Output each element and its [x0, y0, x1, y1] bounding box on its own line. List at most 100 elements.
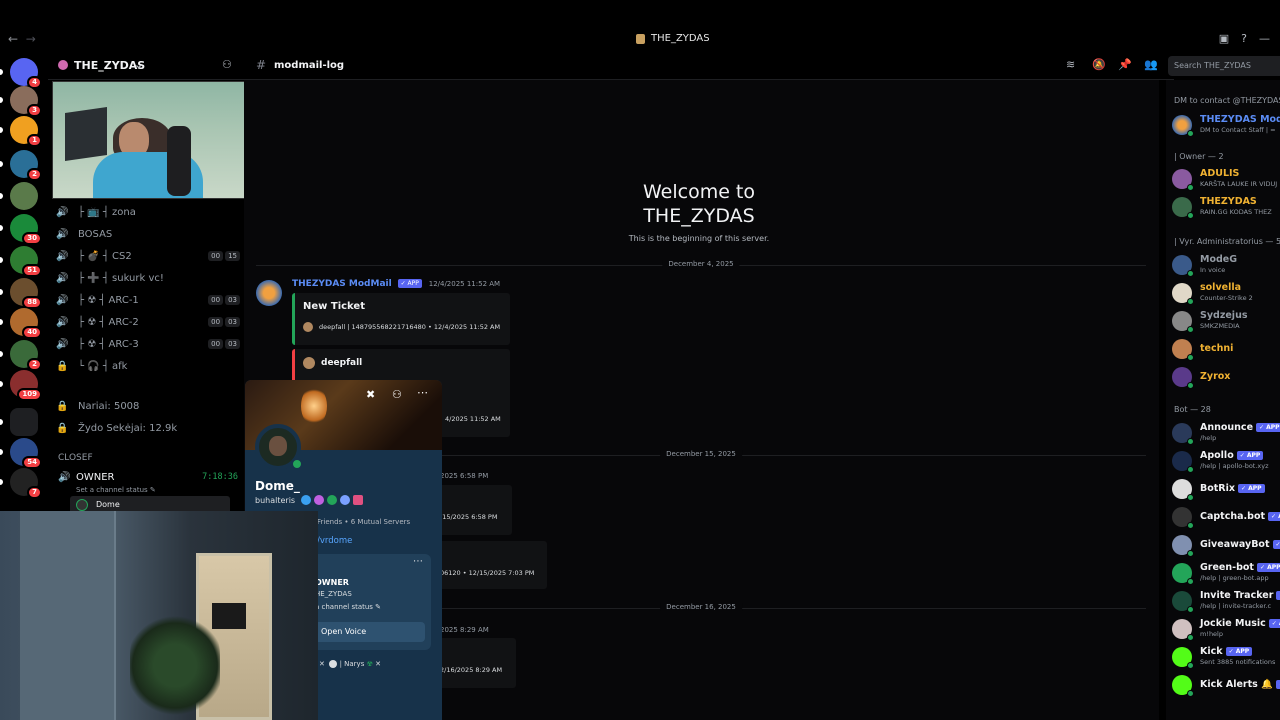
channel-status[interactable]: Set a channel status ✎ — [76, 486, 156, 494]
member-name-row: Green-bot ✓ APP — [1200, 563, 1280, 573]
remove-friend-icon[interactable]: ✖ — [366, 388, 375, 401]
voice-channel[interactable]: 🔊 ├ ☢ ┤ ARC-2 00 03 — [56, 312, 240, 332]
more-icon[interactable]: ⋯ — [417, 386, 428, 399]
mutual-info[interactable]: Friends • 6 Mutual Servers — [317, 518, 410, 526]
remove-role-icon[interactable]: ✕ — [375, 660, 381, 668]
member-row[interactable]: Sydzejus SMKZMEDIA — [1172, 308, 1280, 334]
chevron-down-icon[interactable]: ⌄ — [134, 58, 143, 71]
badge-icon[interactable] — [353, 495, 363, 505]
server-icon-3[interactable]: server-21 — [0, 116, 42, 147]
server-icon-6[interactable]: server-530 — [0, 214, 42, 245]
member-row[interactable]: Green-bot ✓ APP/help | green-bot.app — [1172, 560, 1280, 586]
member-row[interactable]: THEZYDAS ModMDM to Contact Staff | = — [1172, 112, 1280, 138]
more-icon[interactable]: ⋯ — [413, 556, 423, 567]
modmail-avatar[interactable] — [256, 280, 282, 306]
member-row[interactable]: Kick Alerts 🔔✓ APP — [1172, 672, 1280, 698]
remove-role-icon[interactable]: ✕ — [319, 660, 325, 668]
add-friend-icon[interactable]: ⚇ — [392, 388, 402, 401]
app-badge: ✓ APP — [1275, 680, 1280, 689]
voice-channel[interactable]: 🔊 BOSAS — [56, 224, 240, 244]
profile-link[interactable]: /vrdome — [317, 536, 352, 546]
back-arrow-icon[interactable]: ← — [8, 32, 18, 46]
member-row[interactable]: ADULIS KARŠTA LAUKE IR VIDUJ — [1172, 166, 1280, 192]
channel-name: modmail-log — [274, 60, 345, 71]
voice-channel[interactable]: 🔊 ├ 💣 ┤ CS2 00 15 — [56, 246, 240, 266]
app-badge: ✓ APP — [1276, 591, 1280, 600]
server-icon-9[interactable]: server-840 — [0, 308, 42, 339]
member-activity: In voice — [1200, 266, 1226, 274]
member-activity: /help — [1200, 434, 1217, 442]
server-icon-7[interactable]: server-651 — [0, 246, 42, 277]
profile-username: buhalteris — [255, 496, 296, 505]
open-voice-button[interactable]: Open Voice — [313, 622, 425, 642]
member-row[interactable]: Zyrox — [1172, 364, 1280, 390]
server-icon-5[interactable]: server-4 — [0, 182, 38, 210]
badge-icon[interactable] — [340, 495, 350, 505]
unread-pill — [0, 479, 3, 485]
avatar — [1172, 255, 1194, 277]
unread-pill — [0, 127, 3, 133]
voice-channel[interactable]: 🔊 ├ 📺 ┤ zona — [56, 202, 240, 222]
server-icon-11[interactable]: server-10109 — [0, 370, 42, 401]
unread-pill — [0, 419, 3, 425]
member-row[interactable]: GiveawayBot✓ APP — [1172, 532, 1280, 558]
unread-pill — [0, 351, 3, 357]
member-row[interactable]: THEZYDAS RAIN.GG KODAS THEZ — [1172, 194, 1280, 220]
add-user-icon[interactable]: ⚇ — [222, 58, 232, 71]
mute-bell-icon[interactable]: 🔕 — [1092, 58, 1106, 71]
member-list-icon[interactable]: 👥 — [1144, 58, 1158, 71]
member-text: ADULIS KARŠTA LAUKE IR VIDUJ — [1200, 169, 1277, 189]
message-author[interactable]: THEZYDAS ModMail — [292, 279, 392, 289]
member-row[interactable]: Jockie Music✓ APPm!help — [1172, 616, 1280, 642]
voice-channel[interactable]: 🔊 ├ ☢ ┤ ARC-3 00 03 — [56, 334, 240, 354]
stat-channel[interactable]: 🔒 Nariai: 5008 — [56, 396, 240, 416]
member-row[interactable]: Captcha.bot✓ APP — [1172, 504, 1280, 530]
voice-card: ⋯ OWNER HE_ZYDAS a channel status ✎ Open… — [307, 554, 431, 650]
member-name: Kick — [1200, 646, 1223, 657]
member-row[interactable]: techni — [1172, 336, 1280, 362]
forward-arrow-icon[interactable]: → — [26, 32, 36, 46]
server-avatar: server-4 — [10, 182, 38, 210]
voice-channel[interactable]: 🔒 └ 🎧 ┤ afk — [56, 356, 240, 376]
member-row[interactable]: Invite Tracker✓ APP/help | invite-tracke… — [1172, 588, 1280, 614]
server-icon-14[interactable]: server-127 — [0, 468, 42, 499]
server-icon-12[interactable]: folder — [0, 408, 38, 436]
badge-icon[interactable] — [327, 495, 337, 505]
member-row[interactable]: Apollo ✓ APP/help | apollo-bot.xyz — [1172, 448, 1280, 474]
minimize-icon[interactable]: — — [1259, 32, 1270, 45]
channel-label: ├ ➕ ┤ sukurk vc! — [78, 272, 164, 284]
member-row[interactable]: Announce ✓ APP/help — [1172, 420, 1280, 446]
member-name-row: Invite Tracker✓ APP — [1200, 591, 1280, 601]
member-name-row: ADULIS — [1200, 169, 1277, 179]
member-text: BotRix ✓ APP — [1200, 484, 1265, 494]
embed-footer: 2/16/2025 8:29 AM — [440, 666, 503, 674]
embed-fragment: 2/16/2025 8:29 AM — [434, 638, 516, 688]
search-input[interactable]: Search THE_ZYDAS — [1168, 56, 1280, 76]
server-icon-1[interactable]: discord-home4 — [0, 58, 42, 89]
threads-icon[interactable]: ≋ — [1066, 58, 1075, 71]
unread-pill — [0, 193, 3, 199]
badge-icon[interactable] — [301, 495, 311, 505]
server-icon-8[interactable]: server-788 — [0, 278, 42, 309]
member-row[interactable]: ModeG In voice — [1172, 252, 1280, 278]
voice-channel-owner[interactable]: 🔊 OWNER 7:18:36 Set a channel status ✎ D… — [56, 470, 240, 514]
help-icon[interactable]: ? — [1241, 32, 1247, 45]
welcome-subtitle: This is the beginning of this server. — [628, 234, 770, 243]
server-icon-2[interactable]: server-13 — [0, 86, 42, 117]
inbox-icon[interactable]: ▣ — [1219, 32, 1229, 45]
pin-icon[interactable]: 📌 — [1118, 58, 1132, 71]
member-text: Jockie Music✓ APPm!help — [1200, 619, 1280, 639]
status-dot-icon — [1187, 326, 1194, 333]
voice-channel[interactable]: 🔊 ├ ☢ ┤ ARC-1 00 03 — [56, 290, 240, 310]
server-icon-10[interactable]: server-92 — [0, 340, 42, 371]
stat-channel[interactable]: 🔒 Žydo Sekėjai: 12.9k — [56, 418, 240, 438]
server-icon-13[interactable]: server-1154 — [0, 438, 42, 469]
member-row[interactable]: Kick ✓ APP Sent 3885 notifications — [1172, 644, 1280, 670]
badge-icon[interactable] — [314, 495, 324, 505]
member-row[interactable]: solvella Counter-Strike 2 — [1172, 280, 1280, 306]
category-closef[interactable]: CLOSEF — [58, 453, 93, 463]
server-header[interactable]: THE_ZYDAS ⌄ ⚇ — [48, 52, 244, 80]
member-row[interactable]: BotRix ✓ APP — [1172, 476, 1280, 502]
voice-channel[interactable]: 🔊 ├ ➕ ┤ sukurk vc! — [56, 268, 240, 288]
server-icon-4[interactable]: server-32 — [0, 150, 42, 181]
